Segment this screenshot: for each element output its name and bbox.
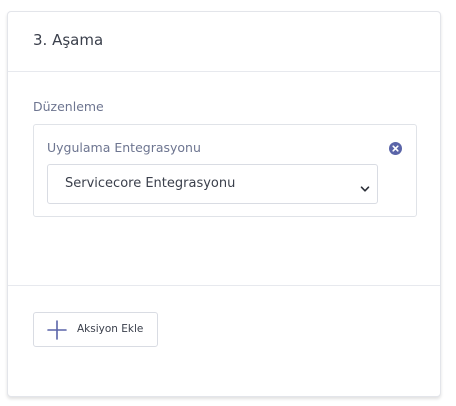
stage-card: 3. Aşama Düzenleme Uygulama Entegrasyonu… [7,11,441,397]
chevron-down-icon [360,179,370,192]
action-field-label: Uygulama Entegrasyonu [47,140,201,155]
plus-icon [47,320,67,340]
section-label: Düzenleme [33,99,104,114]
remove-action-icon[interactable] [389,140,402,155]
close-circle-icon [389,142,402,155]
integration-select[interactable]: Servicecore Entegrasyonu [47,164,378,204]
add-action-label: Aksiyon Ekle [77,323,144,335]
action-box: Uygulama Entegrasyonu Servicecore Entegr… [33,124,417,217]
add-action-button[interactable]: Aksiyon Ekle [33,312,158,347]
footer-divider [8,285,440,286]
integration-select-value: Servicecore Entegrasyonu [65,176,236,191]
card-header: 3. Aşama [8,12,440,72]
stage-title: 3. Aşama [33,31,104,49]
